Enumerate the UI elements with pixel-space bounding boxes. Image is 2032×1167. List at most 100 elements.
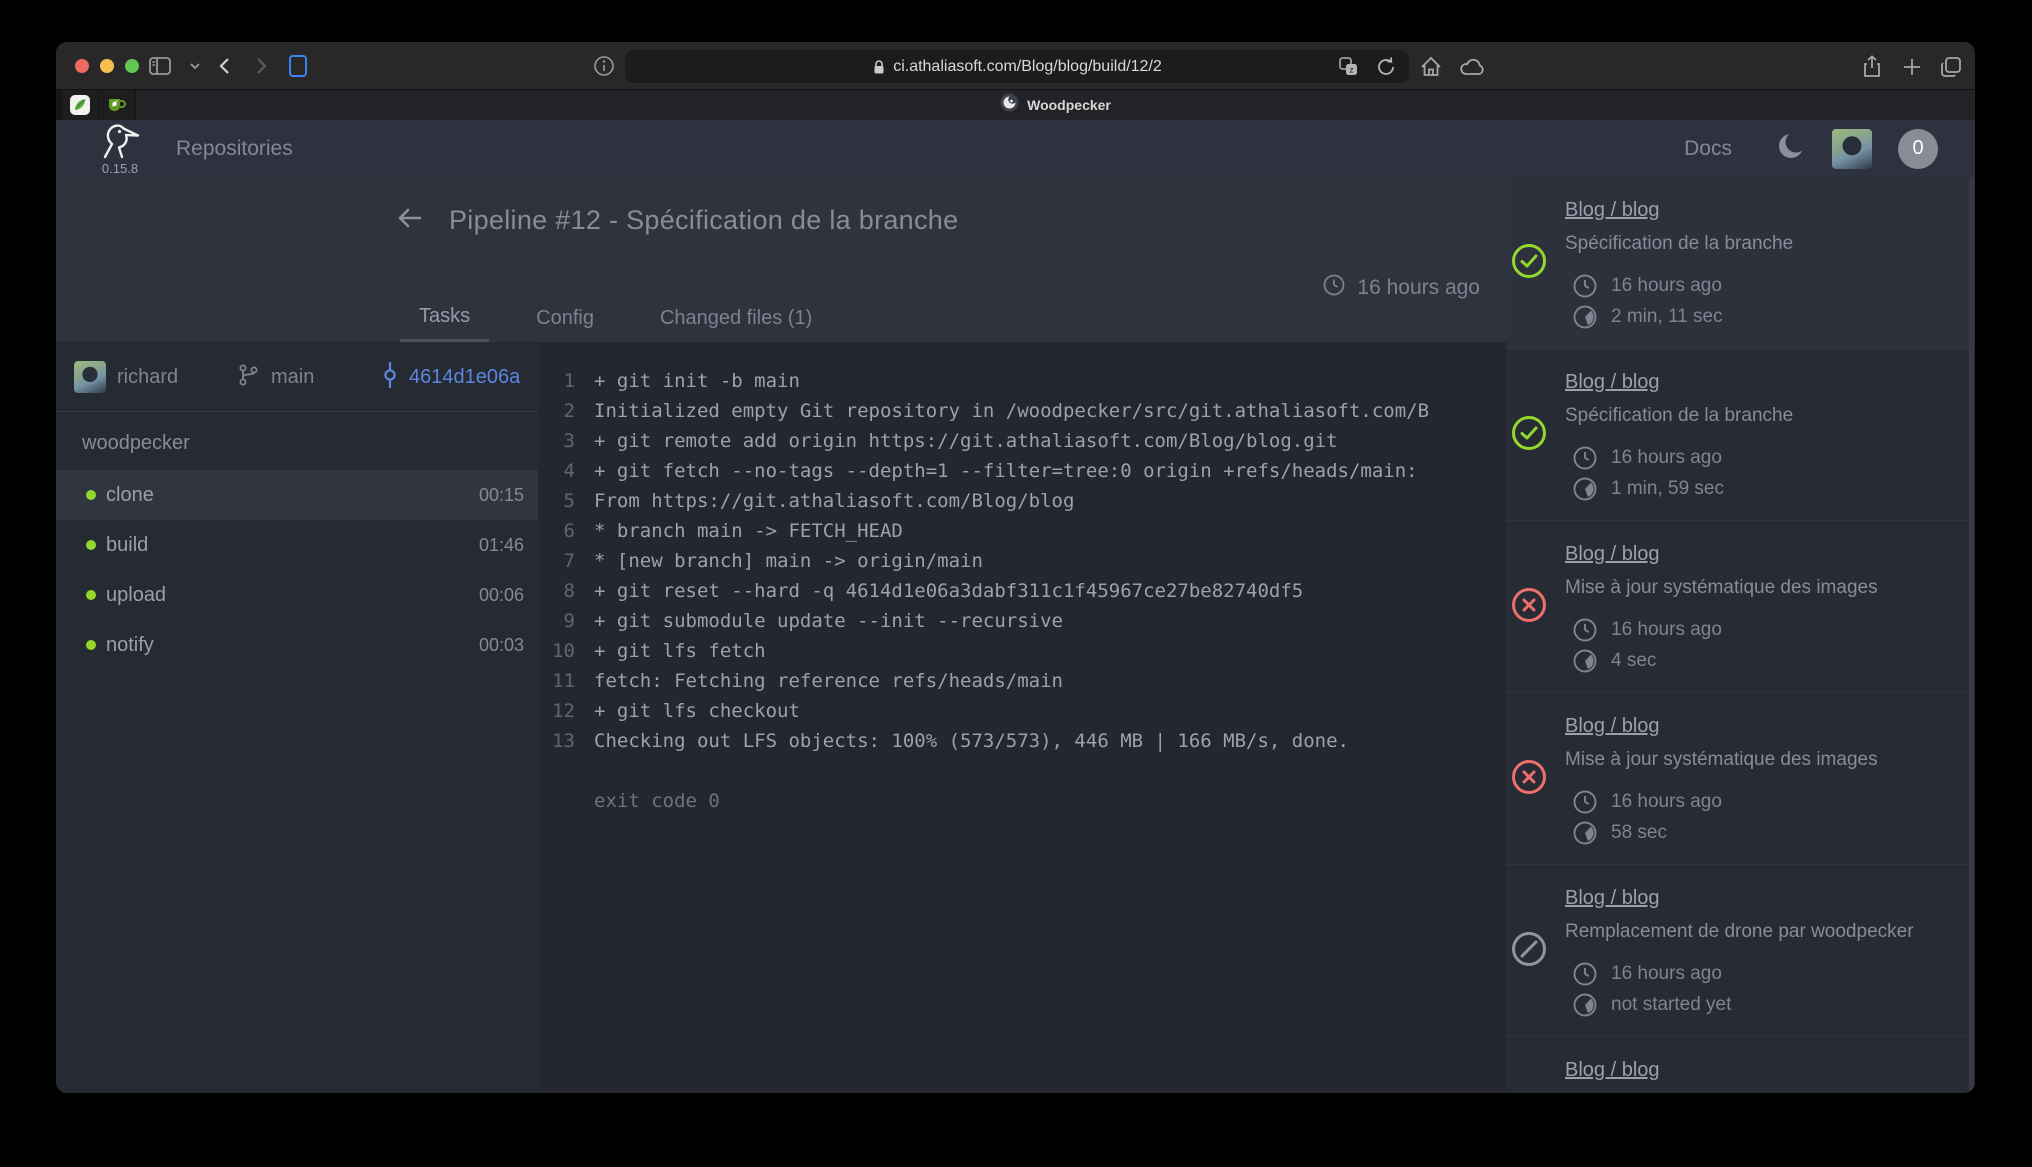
info-icon[interactable] — [592, 54, 616, 78]
repo-link[interactable]: Blog / blog — [1565, 887, 1660, 910]
back-button[interactable] — [214, 54, 236, 78]
pipeline-header: Pipeline #12 - Spécification de la branc… — [56, 177, 1506, 342]
chevron-down-icon[interactable] — [189, 60, 201, 72]
tab-changed-files[interactable]: Changed files (1) — [641, 294, 831, 342]
tab-tasks[interactable]: Tasks — [400, 294, 489, 342]
step-row-clone[interactable]: clone 00:15 — [56, 470, 538, 520]
console-line: 10+ git lfs fetch — [538, 636, 1506, 666]
woodpecker-logo[interactable]: 0.15.8 — [94, 121, 146, 176]
entry-time: 16 hours ago — [1572, 614, 1961, 645]
tab-config[interactable]: Config — [517, 294, 613, 342]
window-controls[interactable] — [75, 59, 139, 73]
entry-duration: 2 min, 11 sec — [1572, 301, 1961, 332]
tab-overview-icon[interactable] — [1938, 54, 1964, 80]
commit-message: Spécification de la branche — [1565, 405, 1961, 427]
tab-woodpecker[interactable]: Woodpecker — [136, 90, 1975, 120]
minimize-window-button[interactable] — [100, 59, 114, 73]
console-line: 8+ git reset --hard -q 4614d1e06a3dabf31… — [538, 576, 1506, 606]
pipeline-tabs: Tasks Config Changed files (1) — [400, 294, 831, 342]
pinned-tab-leaf[interactable] — [62, 90, 98, 120]
forward-button[interactable] — [250, 54, 272, 78]
pipeline-entry[interactable]: Blog / blog Mise à jour systématique des… — [1506, 521, 1975, 693]
share-icon[interactable] — [1860, 54, 1884, 80]
exit-code: exit code 0 — [594, 786, 1506, 816]
tab-bar: Woodpecker — [56, 90, 1975, 120]
console-line: 11fetch: Fetching reference refs/heads/m… — [538, 666, 1506, 696]
git-commit-icon — [382, 361, 398, 394]
commit-message: Mise à jour systématique des images — [1565, 749, 1961, 771]
console-line: 3+ git remote add origin https://git.ath… — [538, 426, 1506, 456]
pipeline-entry[interactable]: Blog / blog Spécification de la branche … — [1506, 349, 1975, 521]
woodpecker-favicon — [1000, 93, 1019, 117]
sidebar-toggle-icon[interactable] — [148, 54, 172, 78]
translate-icon[interactable]: z — [1337, 55, 1361, 79]
pipeline-entry[interactable]: Blog / blog Remplacement de drone par wo… — [1506, 865, 1975, 1037]
build-info-bar: richard main 4614d1e06a — [56, 342, 538, 412]
entry-time: 16 hours ago — [1572, 958, 1961, 989]
entry-duration: 1 min, 59 sec — [1572, 473, 1961, 504]
console-line: 13Checking out LFS objects: 100% (573/57… — [538, 726, 1506, 756]
console-line: 2Initialized empty Git repository in /wo… — [538, 396, 1506, 426]
pipeline-title: Pipeline #12 - Spécification de la branc… — [449, 205, 958, 236]
step-status-dot — [86, 640, 96, 650]
step-status-dot — [86, 590, 96, 600]
console-line: 5From https://git.athaliasoft.com/Blog/b… — [538, 486, 1506, 516]
entry-duration: 58 sec — [1572, 817, 1961, 848]
repo-link[interactable]: Blog / blog — [1565, 715, 1660, 738]
lock-icon — [872, 59, 886, 75]
console-line: 9+ git submodule update --init --recursi… — [538, 606, 1506, 636]
repo-link[interactable]: Blog / blog — [1565, 1059, 1660, 1082]
commit-hash-link[interactable]: 4614d1e06a — [409, 366, 520, 389]
pipeline-entry[interactable]: Blog / blog Spécification de la branche … — [1506, 177, 1975, 349]
console-output[interactable]: 1+ git init -b main 2Initialized empty G… — [538, 342, 1506, 1093]
main-content: Pipeline #12 - Spécification de la branc… — [56, 177, 1975, 1093]
notification-badge[interactable]: 0 — [1898, 129, 1938, 169]
url-text: ci.athaliasoft.com/Blog/blog/build/12/2 — [893, 58, 1162, 76]
entry-time: 16 hours ago — [1572, 786, 1961, 817]
app-header: 0.15.8 Repositories Docs 0 — [56, 120, 1975, 177]
status-failure-icon — [1511, 587, 1547, 628]
reload-icon[interactable] — [1375, 55, 1397, 79]
sidebar-scrollbar[interactable] — [1969, 177, 1974, 1093]
pinned-tab-gitea[interactable] — [99, 90, 135, 120]
console-line: 6* branch main -> FETCH_HEAD — [538, 516, 1506, 546]
pipeline-entry[interactable]: Blog / blog Remplacement de drone par wo… — [1506, 1037, 1975, 1093]
step-row-notify[interactable]: notify 00:03 — [56, 620, 538, 670]
zoom-window-button[interactable] — [125, 59, 139, 73]
clock-icon — [1322, 273, 1346, 303]
commit-message: Remplacement de drone par woodpecker — [1565, 921, 1961, 943]
home-icon[interactable] — [1418, 54, 1444, 80]
git-branch-icon — [236, 362, 260, 393]
step-group-label: woodpecker — [56, 432, 538, 470]
console-line: 12+ git lfs checkout — [538, 696, 1506, 726]
cloud-icon[interactable] — [1458, 56, 1488, 78]
new-page-icon[interactable] — [286, 53, 310, 79]
step-status-dot — [86, 490, 96, 500]
nav-docs[interactable]: Docs — [1684, 137, 1732, 161]
status-success-icon — [1511, 243, 1547, 284]
step-row-build[interactable]: build 01:46 — [56, 520, 538, 570]
step-row-upload[interactable]: upload 00:06 — [56, 570, 538, 620]
repo-link[interactable]: Blog / blog — [1565, 199, 1660, 222]
app-version: 0.15.8 — [94, 161, 146, 176]
address-bar[interactable]: ci.athaliasoft.com/Blog/blog/build/12/2 … — [625, 50, 1409, 83]
commit-message: Mise à jour systématique des images — [1565, 577, 1961, 599]
nav-repositories[interactable]: Repositories — [176, 137, 293, 161]
build-branch: main — [236, 342, 314, 412]
new-tab-icon[interactable] — [1900, 54, 1924, 80]
console-line: 1+ git init -b main — [538, 366, 1506, 396]
user-avatar[interactable] — [1832, 129, 1872, 169]
repo-link[interactable]: Blog / blog — [1565, 371, 1660, 394]
repo-link[interactable]: Blog / blog — [1565, 543, 1660, 566]
browser-toolbar: ci.athaliasoft.com/Blog/blog/build/12/2 … — [56, 42, 1975, 90]
build-commit[interactable]: 4614d1e06a — [382, 342, 520, 412]
svg-text:z: z — [1350, 66, 1354, 75]
step-status-dot — [86, 540, 96, 550]
close-window-button[interactable] — [75, 59, 89, 73]
entry-time: 16 hours ago — [1572, 442, 1961, 473]
back-arrow-icon[interactable] — [393, 203, 425, 238]
tab-title: Woodpecker — [1027, 97, 1111, 113]
entry-duration: 4 sec — [1572, 645, 1961, 676]
pipeline-entry[interactable]: Blog / blog Mise à jour systématique des… — [1506, 693, 1975, 865]
dark-mode-moon-icon[interactable] — [1776, 131, 1806, 166]
